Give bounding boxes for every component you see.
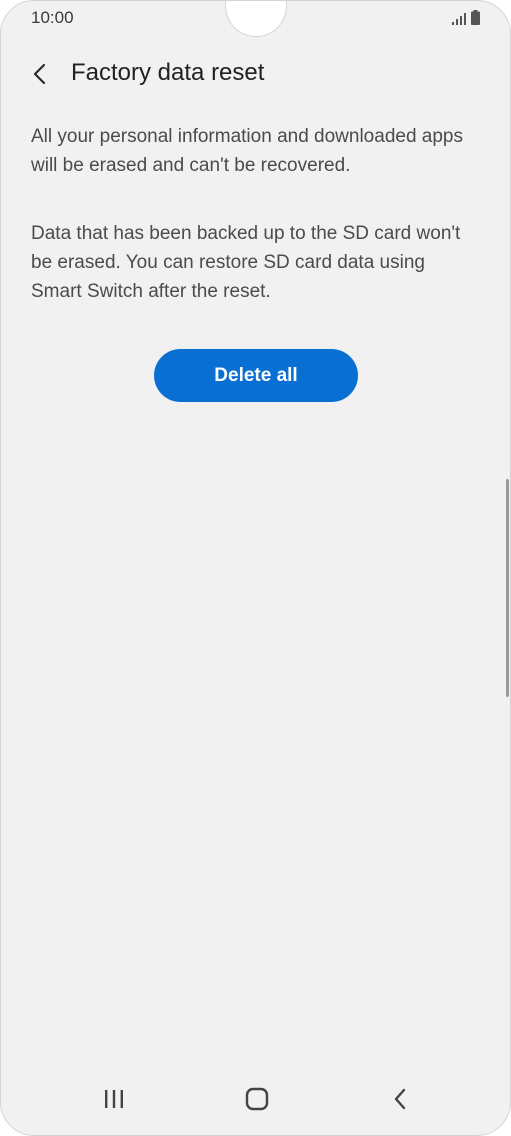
status-bar: 10:00 — [1, 1, 510, 37]
back-button[interactable] — [23, 57, 57, 91]
signal-bars-icon — [452, 13, 466, 25]
page-title: Factory data reset — [71, 59, 265, 86]
nav-back-button[interactable] — [374, 1079, 426, 1119]
sd-card-info-text: Data that has been backed up to the SD c… — [31, 223, 461, 302]
home-button[interactable] — [231, 1079, 283, 1119]
status-icons — [452, 10, 480, 25]
phone-screen: 10:00 Factory data reset All your person… — [0, 0, 511, 1136]
back-icon — [394, 1088, 406, 1110]
status-time: 10:00 — [31, 8, 74, 27]
recents-icon — [105, 1090, 123, 1108]
recents-button[interactable] — [88, 1079, 140, 1119]
scrollbar[interactable] — [506, 479, 509, 697]
app-header: Factory data reset — [1, 49, 510, 99]
delete-all-button[interactable]: Delete all — [154, 349, 358, 402]
home-icon — [245, 1087, 269, 1111]
erase-warning-text: All your personal information and downlo… — [31, 126, 463, 176]
chevron-left-icon — [33, 63, 46, 85]
battery-icon — [471, 10, 480, 25]
navigation-bar — [1, 1075, 510, 1135]
